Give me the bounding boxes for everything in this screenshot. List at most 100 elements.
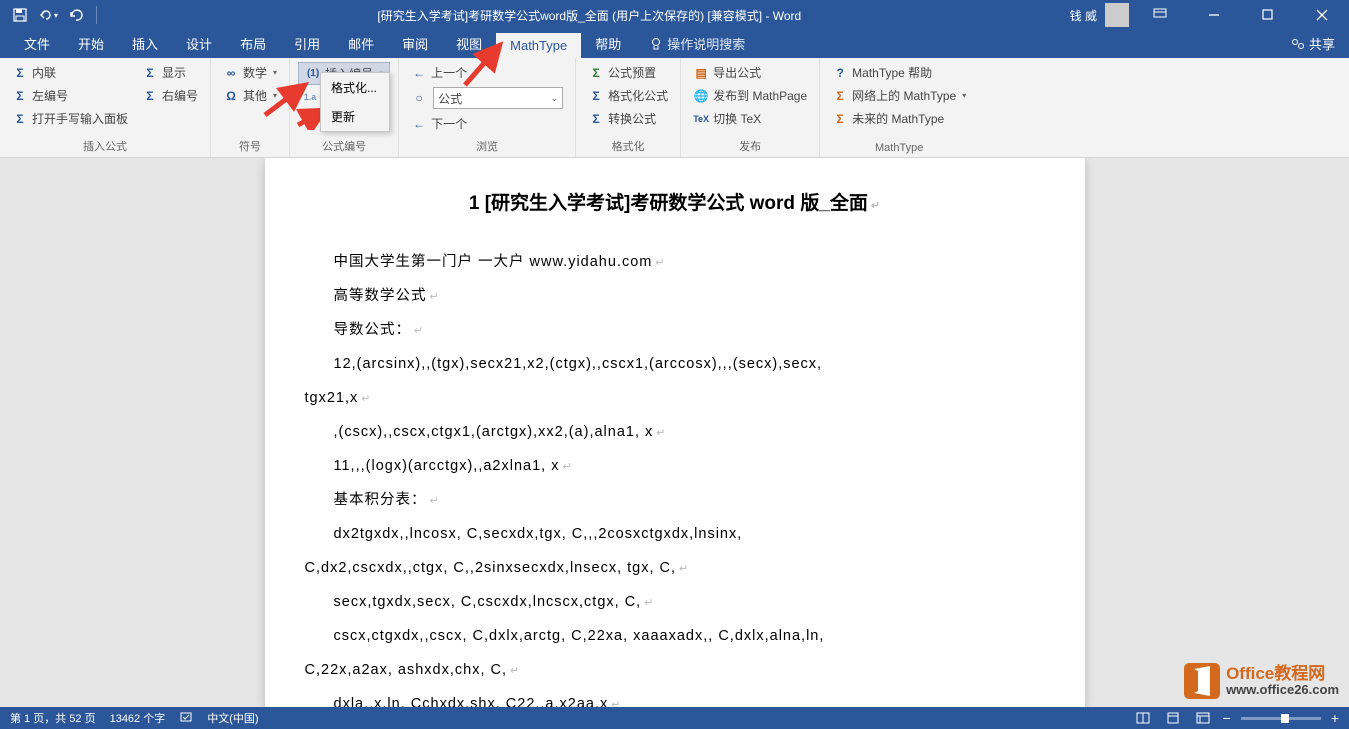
web-layout-button[interactable]: [1193, 709, 1213, 727]
zoom-out-button[interactable]: −: [1223, 710, 1231, 726]
export-button[interactable]: ▤导出公式: [689, 62, 811, 83]
print-layout-button[interactable]: [1163, 709, 1183, 727]
tab-design[interactable]: 设计: [172, 29, 226, 58]
share-icon: [1291, 37, 1305, 51]
tab-mailings[interactable]: 邮件: [334, 29, 388, 58]
watermark: Office教程网 www.office26.com: [1184, 663, 1339, 699]
tell-me-search[interactable]: 操作说明搜索: [635, 29, 759, 58]
statusbar: 第 1 页，共 52 页 13462 个字 中文(中国) − +: [0, 707, 1349, 729]
avatar[interactable]: [1105, 3, 1129, 27]
omega-icon: Ω: [223, 88, 239, 104]
sigma-web-icon: Σ: [832, 88, 848, 104]
prev-button[interactable]: ←上一个: [407, 62, 567, 83]
tab-layout[interactable]: 布局: [226, 29, 280, 58]
inline-button[interactable]: Σ内联: [8, 62, 132, 83]
watermark-url: www.office26.com: [1226, 683, 1339, 697]
group-label: MathType: [828, 139, 970, 157]
mathpage-button[interactable]: 🌐发布到 MathPage: [689, 85, 811, 106]
tab-home[interactable]: 开始: [64, 29, 118, 58]
sigma-icon: Σ: [588, 88, 604, 104]
future-mathtype-button[interactable]: Σ未来的 MathType: [828, 108, 970, 129]
tab-insert[interactable]: 插入: [118, 29, 172, 58]
paragraph: 12,(arcsinx),,(tgx),secx21,x2,(ctgx),,cs…: [305, 347, 1045, 381]
paragraph: C,dx2,cscxdx,,ctgx, C,,2sinxsecxdx,lnsec…: [305, 551, 1045, 585]
group-publish: ▤导出公式 🌐发布到 MathPage TeX切换 TeX 发布: [681, 58, 820, 157]
paragraph: 11,,,(logx)(arcctgx),,a2xlna1, x↵: [305, 449, 1045, 483]
sigma-arrow-icon: Σ: [588, 111, 604, 127]
paragraph: C,22x,a2ax, ashxdx,chx, C,↵: [305, 653, 1045, 687]
online-mathtype-button[interactable]: Σ网络上的 MathType▾: [828, 85, 970, 106]
group-label: 格式化: [584, 135, 672, 157]
chapter-icon: 1.a: [302, 89, 318, 105]
group-label: 插入公式: [8, 135, 202, 157]
tex-button[interactable]: TeX切换 TeX: [689, 108, 811, 129]
insert-number-dropdown: 格式化... 更新: [320, 72, 390, 132]
ribbon: Σ内联 Σ左编号 Σ打开手写输入面板 Σ显示 Σ右编号 插入公式 ∞数学▾ Ω其…: [0, 58, 1349, 158]
ref-icon: (#): [302, 111, 318, 127]
undo-button[interactable]: ▾: [36, 3, 60, 27]
sigma-icon: Σ: [142, 88, 158, 104]
sigma-gear-icon: Σ: [588, 65, 604, 81]
minimize-button[interactable]: [1191, 0, 1237, 30]
paragraph: 基本积分表：↵: [305, 483, 1045, 517]
zoom-slider[interactable]: [1241, 717, 1321, 720]
tab-references[interactable]: 引用: [280, 29, 334, 58]
number-icon: (1): [305, 66, 321, 82]
redo-button[interactable]: [64, 3, 88, 27]
save-button[interactable]: [8, 3, 32, 27]
language[interactable]: 中文(中国): [207, 710, 258, 726]
window-title: [研究生入学考试]考研数学公式word版_全面 (用户上次保存的) [兼容模式]…: [109, 7, 1070, 24]
group-format: Σ公式预置 Σ格式化公式 Σ转换公式 格式化: [576, 58, 681, 157]
sigma-icon: Σ: [142, 65, 158, 81]
document-area[interactable]: 1 [研究生入学考试]考研数学公式 word 版_全面↵ 中国大学生第一门户 一…: [0, 158, 1349, 707]
group-symbols: ∞数学▾ Ω其他▾ 符号: [211, 58, 290, 157]
formula-combo[interactable]: ○公式⌄: [407, 85, 567, 111]
dropdown-update[interactable]: 更新: [321, 102, 389, 131]
paragraph: 中国大学生第一门户 一大户 www.yidahu.com↵: [305, 245, 1045, 279]
next-button[interactable]: ←下一个: [407, 113, 567, 134]
infinity-icon: ∞: [223, 65, 239, 81]
tab-review[interactable]: 审阅: [388, 29, 442, 58]
sigma-icon: Σ: [12, 88, 28, 104]
sigma-star-icon: Σ: [832, 111, 848, 127]
group-label: 符号: [219, 135, 281, 157]
share-button[interactable]: 共享: [1291, 34, 1349, 58]
help-button[interactable]: ?MathType 帮助: [828, 62, 970, 83]
paragraph: cscx,ctgxdx,,cscx, C,dxlx,arctg, C,22xa,…: [305, 619, 1045, 653]
maximize-button[interactable]: [1245, 0, 1291, 30]
format-formula-button[interactable]: Σ格式化公式: [584, 85, 672, 106]
page: 1 [研究生入学考试]考研数学公式 word 版_全面↵ 中国大学生第一门户 一…: [265, 158, 1085, 707]
handwriting-button[interactable]: Σ打开手写输入面板: [8, 108, 132, 129]
dropdown-format[interactable]: 格式化...: [321, 73, 389, 102]
group-label: 浏览: [407, 135, 567, 157]
tab-file[interactable]: 文件: [10, 29, 64, 58]
right-number-button[interactable]: Σ右编号: [138, 85, 202, 106]
help-icon: ?: [832, 65, 848, 81]
other-symbols-button[interactable]: Ω其他▾: [219, 85, 281, 106]
tab-help[interactable]: 帮助: [581, 29, 635, 58]
zoom-in-button[interactable]: +: [1331, 710, 1339, 726]
group-mathtype-help: ?MathType 帮助 Σ网络上的 MathType▾ Σ未来的 MathTy…: [820, 58, 978, 157]
word-count[interactable]: 13462 个字: [110, 710, 166, 726]
left-number-button[interactable]: Σ左编号: [8, 85, 132, 106]
preset-button[interactable]: Σ公式预置: [584, 62, 672, 83]
convert-formula-button[interactable]: Σ转换公式: [584, 108, 672, 129]
read-mode-button[interactable]: [1133, 709, 1153, 727]
tab-mathtype[interactable]: MathType: [496, 33, 581, 58]
lightbulb-icon: [649, 37, 663, 51]
radio-icon: ○: [411, 90, 427, 106]
titlebar-right: 钱 威: [1070, 0, 1349, 30]
group-label: 公式编号: [298, 135, 390, 157]
page-count[interactable]: 第 1 页，共 52 页: [10, 710, 96, 726]
quick-access-toolbar: ▾: [0, 3, 109, 27]
user-name[interactable]: 钱 威: [1070, 7, 1097, 24]
show-button[interactable]: Σ显示: [138, 62, 202, 83]
ribbon-options-button[interactable]: [1137, 0, 1183, 30]
tab-view[interactable]: 视图: [442, 29, 496, 58]
spell-check-icon[interactable]: [179, 711, 193, 726]
close-button[interactable]: [1299, 0, 1345, 30]
up-arrow-icon: ←: [411, 65, 427, 81]
group-insert-formula: Σ内联 Σ左编号 Σ打开手写输入面板 Σ显示 Σ右编号 插入公式: [0, 58, 211, 157]
math-symbols-button[interactable]: ∞数学▾: [219, 62, 281, 83]
paragraph: ,(cscx),,cscx,ctgx1,(arctgx),xx2,(a),aln…: [305, 415, 1045, 449]
